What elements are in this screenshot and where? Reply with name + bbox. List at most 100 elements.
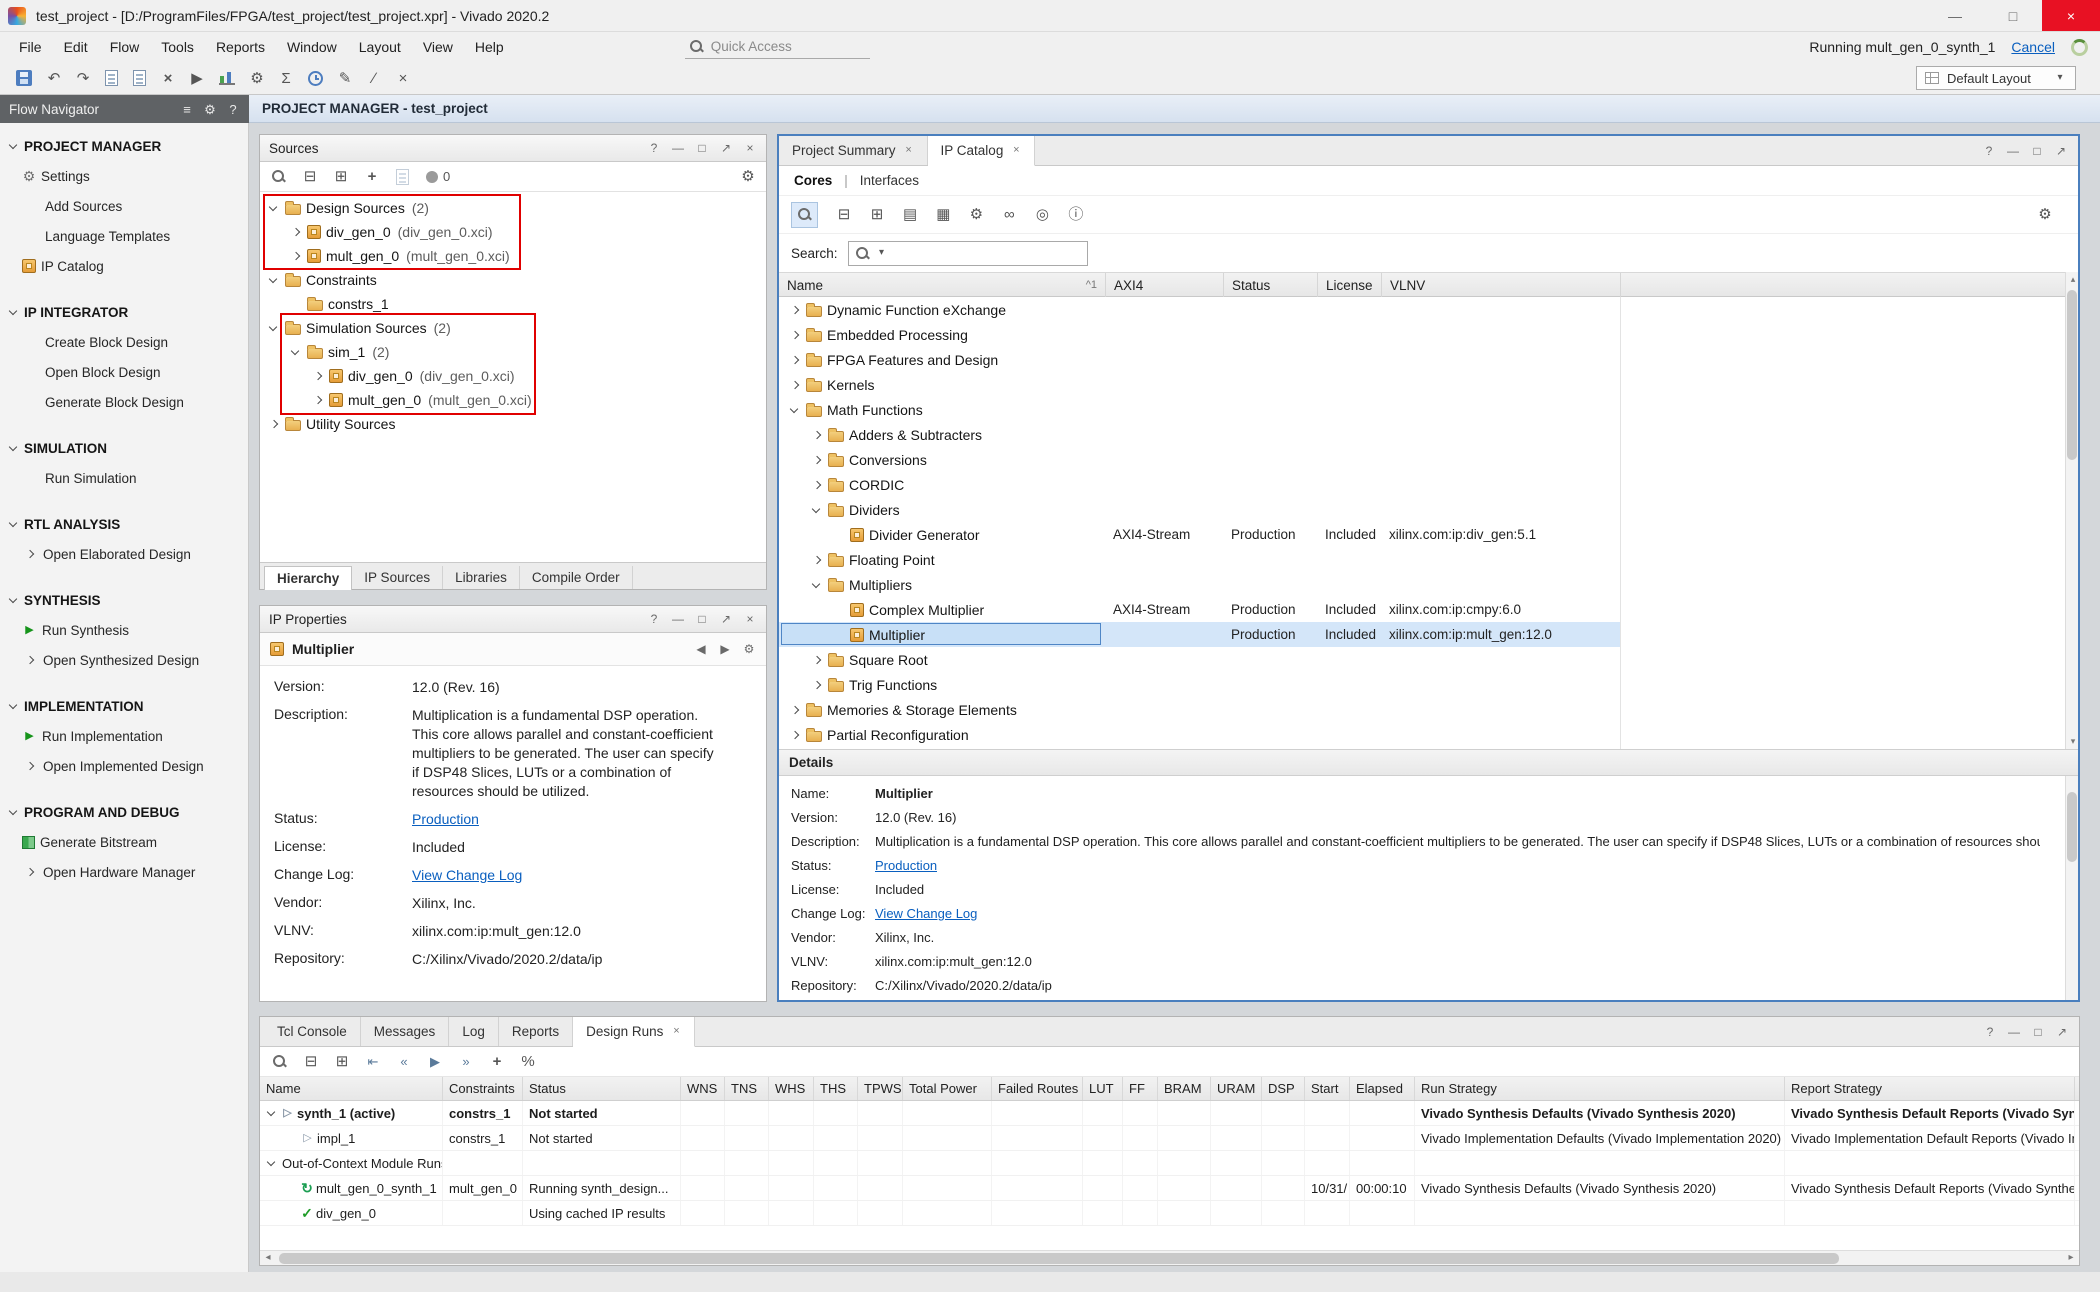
tab-libraries[interactable]: Libraries bbox=[443, 566, 520, 589]
catalog-row-conversions[interactable]: Conversions bbox=[779, 447, 2078, 472]
flownav-item-run-implementation[interactable]: Run Implementation bbox=[0, 721, 248, 751]
chevron-down-icon[interactable] bbox=[6, 592, 22, 608]
report-icon[interactable] bbox=[105, 70, 118, 86]
close-icon[interactable] bbox=[671, 1026, 681, 1037]
run-row-div-gen-0[interactable]: div_gen_0Using cached IP results bbox=[260, 1201, 2079, 1226]
tree-row-design-sources[interactable]: Design Sources(2) bbox=[260, 196, 766, 220]
column-header-run-strategy[interactable]: Run Strategy bbox=[1415, 1077, 1785, 1100]
column-header-bram[interactable]: BRAM bbox=[1158, 1077, 1211, 1100]
tab-ip-catalog[interactable]: IP Catalog bbox=[928, 136, 1036, 166]
vertical-scrollbar[interactable] bbox=[2065, 272, 2078, 749]
column-header-status[interactable]: Status bbox=[1223, 273, 1317, 297]
column-header-ff[interactable]: FF bbox=[1123, 1077, 1158, 1100]
web-icon[interactable] bbox=[1035, 207, 1049, 222]
chevron-right-icon[interactable] bbox=[22, 546, 38, 562]
catalog-row-dynamic-function-exchange[interactable]: Dynamic Function eXchange bbox=[779, 297, 2078, 322]
save-icon[interactable] bbox=[16, 70, 32, 86]
property-value[interactable]: View Change Log bbox=[875, 906, 977, 922]
scroll-right-icon[interactable] bbox=[2063, 1253, 2079, 1263]
chart-icon[interactable] bbox=[219, 71, 235, 85]
chevron-right-icon[interactable] bbox=[809, 427, 825, 443]
catalog-row-partial-reconfiguration[interactable]: Partial Reconfiguration bbox=[779, 722, 2078, 747]
column-header-total-power[interactable]: Total Power bbox=[903, 1077, 992, 1100]
float-icon[interactable] bbox=[2054, 145, 2068, 157]
chevron-down-icon[interactable] bbox=[6, 698, 22, 714]
close-icon[interactable] bbox=[743, 613, 757, 625]
gear-icon[interactable] bbox=[250, 71, 264, 86]
menu-item-view[interactable]: View bbox=[412, 34, 464, 60]
flownav-item-create-block-design[interactable]: Create Block Design bbox=[0, 327, 248, 357]
column-header-tpws[interactable]: TPWS bbox=[858, 1077, 903, 1100]
gear-icon[interactable] bbox=[741, 169, 755, 184]
undo-icon[interactable] bbox=[47, 71, 61, 86]
chevron-right-icon[interactable] bbox=[809, 652, 825, 668]
run-row-synth-1-active[interactable]: synth_1 (active)constrs_1Not startedViva… bbox=[260, 1101, 2079, 1126]
gear-icon[interactable] bbox=[2038, 207, 2052, 222]
flownav-item-open-hardware-manager[interactable]: Open Hardware Manager bbox=[0, 857, 248, 887]
tab-messages[interactable]: Messages bbox=[361, 1017, 450, 1046]
step-first-icon[interactable] bbox=[366, 1055, 380, 1068]
next-icon[interactable] bbox=[718, 643, 732, 655]
create-run-icon[interactable] bbox=[490, 1054, 504, 1069]
scroll-left-icon[interactable] bbox=[260, 1253, 276, 1263]
catalog-row-kernels[interactable]: Kernels bbox=[779, 372, 2078, 397]
tab-compile-order[interactable]: Compile Order bbox=[520, 566, 633, 589]
tree-row-sim-1[interactable]: sim_1(2) bbox=[260, 340, 766, 364]
step-back-icon[interactable] bbox=[397, 1055, 411, 1068]
catalog-row-square-root[interactable]: Square Root bbox=[779, 647, 2078, 672]
column-header-constraints[interactable]: Constraints bbox=[443, 1077, 523, 1100]
collapse-all-icon[interactable] bbox=[304, 1054, 318, 1069]
column-header-whs[interactable]: WHS bbox=[769, 1077, 814, 1100]
chevron-down-icon[interactable] bbox=[787, 402, 803, 418]
tab-project-summary[interactable]: Project Summary bbox=[779, 136, 928, 165]
tree-row-constrs-1[interactable]: constrs_1 bbox=[260, 292, 766, 316]
flownav-section-header[interactable]: SYNTHESIS bbox=[0, 585, 248, 615]
menu-item-flow[interactable]: Flow bbox=[99, 34, 151, 60]
flownav-item-generate-bitstream[interactable]: Generate Bitstream bbox=[0, 827, 248, 857]
chevron-right-icon[interactable] bbox=[266, 416, 282, 432]
scrollbar-thumb[interactable] bbox=[2067, 792, 2077, 862]
chevron-right-icon[interactable] bbox=[310, 368, 326, 384]
flownav-item-settings[interactable]: Settings bbox=[0, 161, 248, 191]
flownav-item-open-synthesized-design[interactable]: Open Synthesized Design bbox=[0, 645, 248, 675]
menu-item-reports[interactable]: Reports bbox=[205, 34, 276, 60]
close-icon[interactable] bbox=[1011, 145, 1021, 156]
tab-design-runs[interactable]: Design Runs bbox=[573, 1017, 695, 1047]
gear-icon[interactable] bbox=[742, 643, 756, 655]
maximize-icon[interactable] bbox=[695, 142, 709, 154]
column-header-name[interactable]: Name^1 bbox=[779, 273, 1105, 297]
flownav-section-header[interactable]: PROJECT MANAGER bbox=[0, 131, 248, 161]
chevron-down-icon[interactable] bbox=[266, 272, 282, 288]
flownav-item-open-elaborated-design[interactable]: Open Elaborated Design bbox=[0, 539, 248, 569]
flownav-item-open-block-design[interactable]: Open Block Design bbox=[0, 357, 248, 387]
wrench-close-icon[interactable] bbox=[396, 71, 410, 86]
search-icon[interactable] bbox=[272, 1054, 287, 1069]
column-header-ths[interactable]: THS bbox=[814, 1077, 858, 1100]
column-header-vlnv[interactable]: VLNV bbox=[1381, 273, 1620, 297]
catalog-row-divider-generator[interactable]: Divider GeneratorAXI4-StreamProductionIn… bbox=[779, 522, 2078, 547]
tab-log[interactable]: Log bbox=[449, 1017, 499, 1046]
catalog-row-multiplier[interactable]: MultiplierProductionIncludedxilinx.com:i… bbox=[779, 622, 2078, 647]
help-icon[interactable] bbox=[647, 142, 661, 154]
scrollbar-thumb[interactable] bbox=[2067, 290, 2077, 460]
step-forward-icon[interactable] bbox=[459, 1055, 473, 1068]
menu-icon[interactable] bbox=[180, 103, 194, 116]
hierarchy-view-icon[interactable] bbox=[903, 207, 917, 222]
flownav-section-header[interactable]: PROGRAM AND DEBUG bbox=[0, 797, 248, 827]
percent-icon[interactable] bbox=[521, 1054, 535, 1069]
catalog-row-multipliers[interactable]: Multipliers bbox=[779, 572, 2078, 597]
chevron-down-icon[interactable] bbox=[266, 200, 282, 216]
flownav-item-open-implemented-design[interactable]: Open Implemented Design bbox=[0, 751, 248, 781]
chevron-right-icon[interactable] bbox=[809, 552, 825, 568]
copy-icon[interactable] bbox=[133, 70, 146, 86]
flownav-item-language-templates[interactable]: Language Templates bbox=[0, 221, 248, 251]
catalog-row-memories-storage-elements[interactable]: Memories & Storage Elements bbox=[779, 697, 2078, 722]
collapse-all-icon[interactable] bbox=[837, 207, 851, 222]
catalog-row-fpga-features-and-design[interactable]: FPGA Features and Design bbox=[779, 347, 2078, 372]
column-header-license[interactable]: License bbox=[1317, 273, 1381, 297]
chevron-down-icon[interactable] bbox=[264, 1155, 280, 1171]
chevron-down-icon[interactable] bbox=[6, 516, 22, 532]
close-icon[interactable] bbox=[743, 142, 757, 154]
play-icon[interactable] bbox=[428, 1055, 442, 1068]
catalog-row-dividers[interactable]: Dividers bbox=[779, 497, 2078, 522]
